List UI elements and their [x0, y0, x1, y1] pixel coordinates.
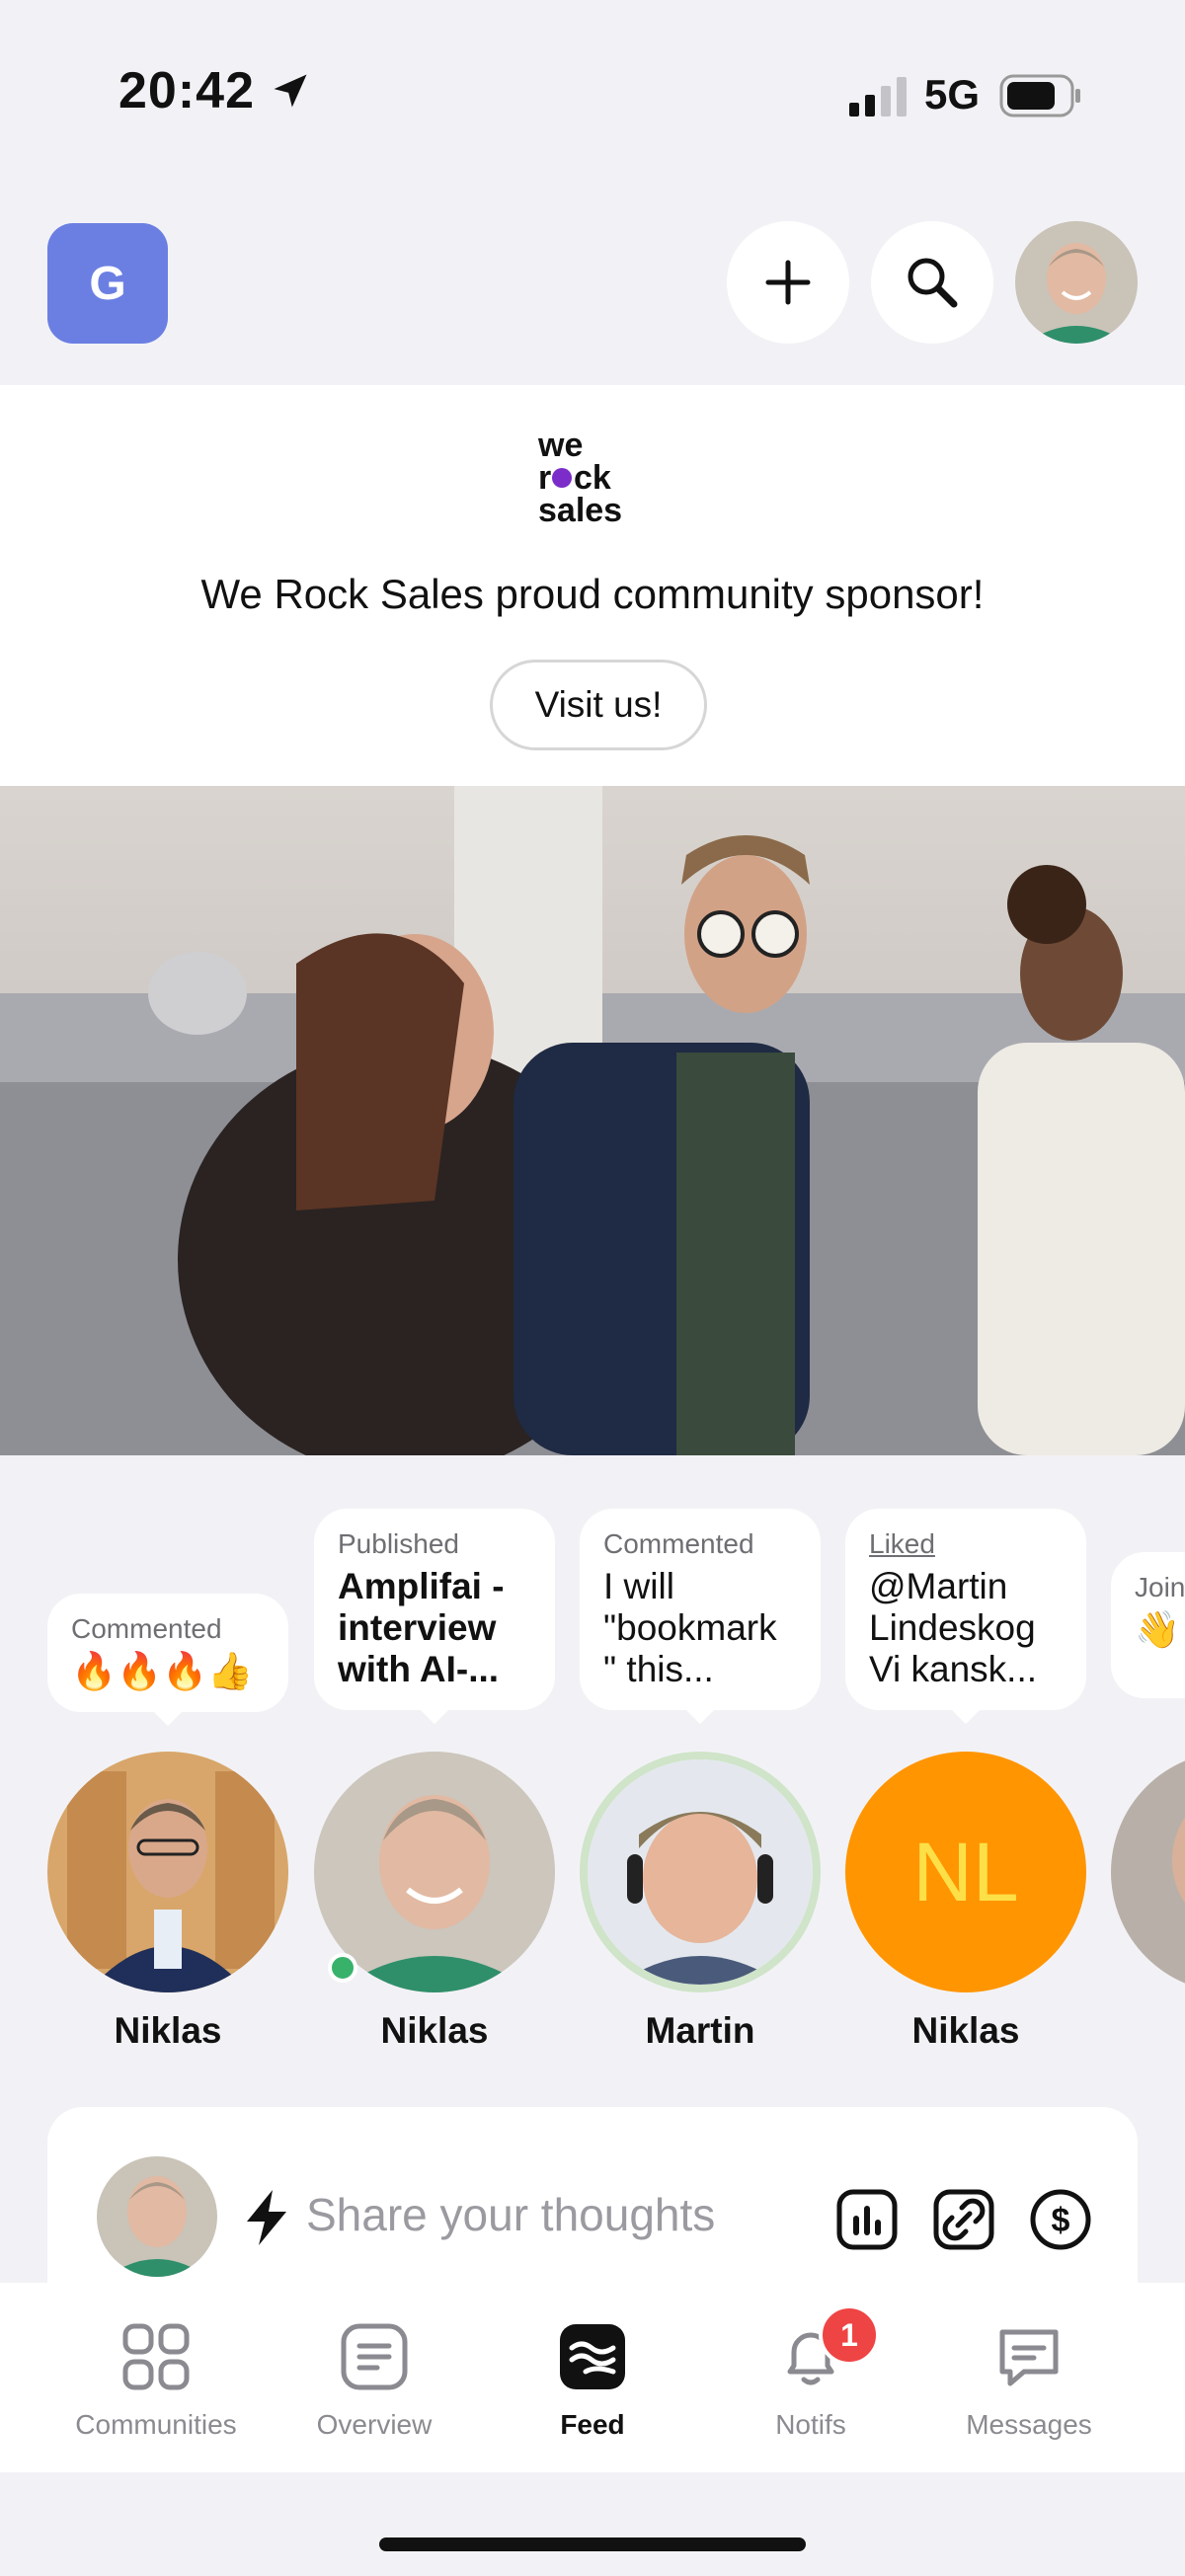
event-photo[interactable] — [0, 786, 1185, 1455]
avatar-initials: NL — [912, 1825, 1019, 1918]
profile-avatar[interactable] — [1015, 221, 1138, 344]
sponsor-banner: we r ck sales We Rock Sales proud commun… — [0, 385, 1185, 786]
tab-label: Feed — [560, 2409, 625, 2440]
online-indicator — [328, 1953, 357, 1983]
activity-action: Published — [338, 1528, 459, 1559]
activity-action: Liked — [869, 1528, 935, 1559]
activity-text: 👋 — [1135, 1609, 1181, 1650]
search-icon — [908, 258, 958, 308]
member-name[interactable]: Niklas — [47, 2010, 288, 2052]
svg-text:sales: sales — [538, 492, 622, 525]
tab-label: Overview — [316, 2409, 433, 2440]
activity-action: Commented — [603, 1528, 754, 1559]
svg-text:$: $ — [1052, 2202, 1070, 2239]
tab-bar: Communities Overview Feed 1 Notifs Messa… — [0, 2283, 1185, 2472]
activity-bubble[interactable]: Commented I will "bookmark " this... — [580, 1509, 821, 1724]
bolt-icon — [247, 2190, 286, 2245]
member-avatar[interactable] — [47, 1752, 288, 1992]
dollar-icon[interactable]: $ — [1029, 2188, 1092, 2251]
avatar-photo — [1015, 221, 1138, 344]
home-indicator — [379, 2537, 806, 2551]
status-time: 20:42 — [118, 62, 255, 119]
post-composer: Share your thoughts $ — [47, 2107, 1138, 2304]
poll-icon[interactable] — [835, 2188, 899, 2251]
battery-icon — [999, 74, 1080, 117]
activity-text: Amplifai - interview with AI-... — [338, 1566, 505, 1689]
activity-action: Join — [1135, 1572, 1185, 1602]
link-icon[interactable] — [932, 2188, 995, 2251]
avatar-photo — [97, 2156, 217, 2277]
location-arrow-icon — [274, 74, 307, 108]
we-rock-sales-logo: we r ck sales — [538, 427, 622, 525]
chat-icon — [999, 2329, 1059, 2386]
tab-overview[interactable]: Overview — [266, 2322, 483, 2441]
tab-notifs[interactable]: 1 Notifs — [702, 2304, 919, 2441]
event-photo-image — [0, 786, 1185, 1455]
status-bar: 20:42 5G — [0, 0, 1185, 188]
activity-text: @Martin Lindeskog Vi kansk... — [869, 1566, 1038, 1689]
activity-bubble[interactable]: Join 👋 — [1111, 1552, 1185, 1698]
my-avatar — [97, 2156, 217, 2277]
tab-label: Messages — [966, 2409, 1092, 2440]
activity-strip: Commented 🔥🔥🔥👍 Niklas Published Amplifai… — [0, 1455, 1185, 2107]
tab-messages[interactable]: Messages — [920, 2322, 1138, 2441]
tab-label: Notifs — [775, 2409, 846, 2440]
document-icon — [341, 2323, 408, 2390]
avatar-photo — [1111, 1752, 1185, 1992]
signal-icon — [849, 77, 907, 117]
app-header: G — [0, 188, 1185, 385]
tab-feed[interactable]: Feed — [484, 2322, 701, 2441]
activity-action: Commented — [71, 1613, 222, 1644]
member-avatar[interactable] — [1111, 1752, 1185, 1992]
member-avatar[interactable]: NL — [845, 1752, 1086, 1992]
avatar-photo — [588, 1759, 813, 1985]
share-thoughts-input[interactable]: Share your thoughts — [306, 2188, 715, 2241]
network-type: 5G — [924, 71, 981, 117]
tab-communities[interactable]: Communities — [47, 2322, 265, 2441]
member-name[interactable]: Niklas — [845, 2010, 1086, 2052]
sponsor-text: We Rock Sales proud community sponsor! — [200, 571, 985, 617]
member-avatar[interactable] — [580, 1752, 821, 1992]
add-button[interactable] — [727, 221, 849, 344]
feed-icon — [560, 2324, 625, 2389]
plus-icon — [765, 260, 811, 305]
notification-badge: 1 — [819, 2304, 880, 2366]
member-name[interactable]: Niklas — [314, 2010, 555, 2052]
activity-bubble[interactable]: Published Amplifai - interview with AI-.… — [314, 1509, 555, 1724]
activity-bubble[interactable]: Commented 🔥🔥🔥👍 — [47, 1594, 288, 1726]
member-name[interactable]: Martin — [580, 2010, 821, 2052]
tab-label: Communities — [75, 2409, 237, 2440]
grid-icon — [122, 2323, 190, 2390]
avatar-photo — [47, 1752, 288, 1992]
activity-bubble[interactable]: Liked @Martin Lindeskog Vi kansk... — [845, 1509, 1086, 1724]
activity-text: I will "bookmark " this... — [603, 1566, 777, 1689]
search-button[interactable] — [871, 221, 993, 344]
community-avatar[interactable]: G — [47, 223, 168, 344]
visit-us-button[interactable]: Visit us! — [490, 660, 707, 750]
activity-text: 🔥🔥🔥👍 — [71, 1651, 254, 1691]
